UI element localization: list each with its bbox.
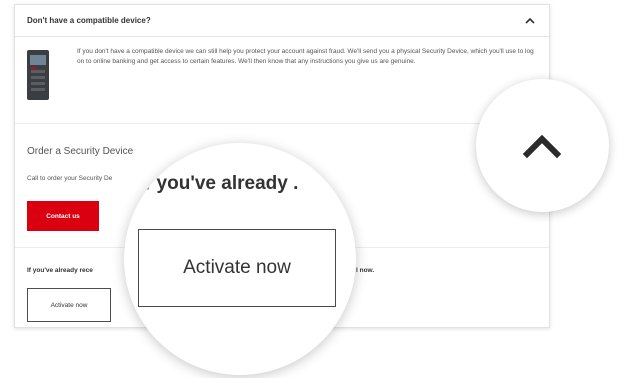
accordion-title: Don't have a compatible device? (27, 16, 151, 25)
divider (15, 123, 549, 124)
order-heading: Order a Security Device (27, 146, 134, 157)
chevron-up-icon (522, 134, 562, 159)
already-received-text: If you've already rece (27, 267, 93, 274)
chevron-up-icon[interactable] (523, 14, 537, 28)
activate-now-button[interactable]: Activate now (27, 288, 111, 322)
device-description: If you don't have a compatible device we… (77, 48, 534, 65)
contact-us-button[interactable]: Contact us (27, 201, 99, 231)
already-received-text-tail: l now. (356, 267, 375, 274)
magnified-activate-button[interactable]: Activate now (138, 229, 336, 307)
magnifier-chevron (476, 79, 609, 212)
security-device-icon (27, 50, 49, 100)
magnified-prompt-text: / you've already . (146, 173, 299, 194)
magnifier-activate: / you've already . Activate now (124, 143, 356, 375)
call-to-order-text: Call to order your Security De (27, 175, 113, 182)
accordion-header[interactable]: Don't have a compatible device? (15, 5, 549, 37)
